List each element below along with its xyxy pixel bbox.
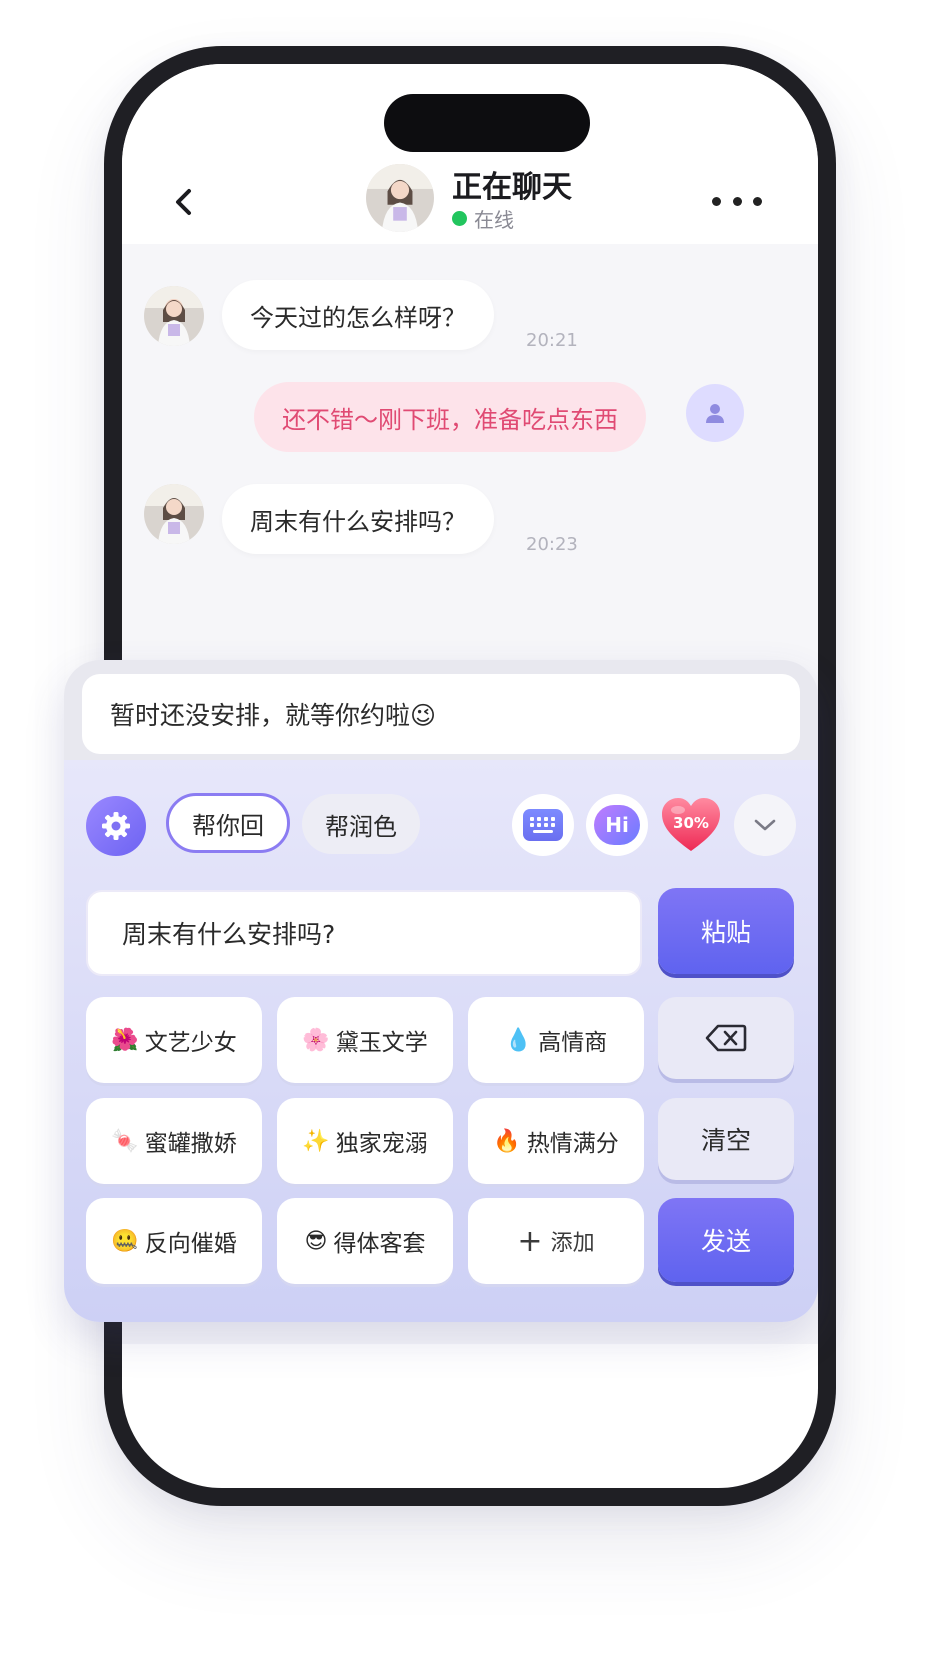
message-time: 20:21 — [526, 330, 578, 351]
keyboard-button[interactable] — [512, 794, 574, 856]
style-key[interactable]: 🤐 反向催婚 — [86, 1198, 262, 1284]
generated-reply-box[interactable]: 暂时还没安排，就等你约啦😉 — [82, 674, 800, 754]
mode-tab-reply[interactable]: 帮你回 — [166, 793, 290, 853]
backspace-button[interactable] — [658, 997, 794, 1079]
collapse-button[interactable] — [734, 794, 796, 856]
chat-title: 正在聊天 — [452, 170, 572, 205]
gear-icon — [102, 812, 130, 840]
style-key[interactable]: 🌺 文艺少女 — [86, 997, 262, 1083]
clear-button[interactable]: 清空 — [658, 1098, 794, 1180]
fire-icon: 🔥 — [493, 1128, 521, 1154]
style-key-label: 文艺少女 — [144, 1030, 237, 1056]
sparkles-icon: ✨ — [302, 1128, 330, 1154]
dot — [732, 196, 742, 206]
my-avatar[interactable] — [686, 384, 744, 442]
style-key[interactable]: 🌸 黛玉文学 — [277, 997, 453, 1083]
style-key-label: 独家宠溺 — [335, 1131, 428, 1157]
contact-avatar[interactable] — [366, 164, 434, 232]
zipper-mouth-icon: 🤐 — [111, 1228, 139, 1254]
ai-keyboard-panel: 暂时还没安排，就等你约啦😉 帮你回 帮润色 Hi 30% 周末有什么安排吗? 粘… — [64, 660, 818, 1322]
user-icon — [706, 404, 724, 423]
back-button[interactable] — [164, 182, 204, 222]
dynamic-island — [384, 94, 590, 152]
cherry-blossom-icon: 🌸 — [302, 1027, 330, 1053]
style-key-label: 热情满分 — [526, 1131, 619, 1157]
chat-header: 正在聊天 在线 — [122, 64, 818, 244]
style-key[interactable]: ✨ 独家宠溺 — [277, 1098, 453, 1184]
mode-tab-polish[interactable]: 帮润色 — [302, 794, 420, 854]
style-key[interactable]: 🍬 蜜罐撒娇 — [86, 1098, 262, 1184]
backspace-icon — [705, 1024, 747, 1052]
status-label: 在线 — [474, 208, 514, 232]
send-button[interactable]: 发送 — [658, 1198, 794, 1282]
style-key-label: 得体客套 — [333, 1231, 426, 1257]
chevron-down-icon — [754, 819, 776, 831]
online-status: 在线 — [452, 204, 514, 233]
contact-avatar[interactable] — [144, 286, 204, 346]
message-bubble-incoming[interactable]: 今天过的怎么样呀？ — [222, 280, 494, 350]
sunglasses-icon: 😎 — [304, 1228, 328, 1254]
keyboard-icon — [523, 809, 563, 841]
greeting-button[interactable]: Hi — [586, 794, 648, 856]
style-key[interactable]: 🔥 热情满分 — [468, 1098, 644, 1184]
source-message-input[interactable]: 周末有什么安排吗? — [86, 890, 642, 976]
settings-button[interactable] — [86, 796, 146, 856]
add-style-label: 添加 — [550, 1231, 595, 1256]
style-key[interactable]: 😎 得体客套 — [277, 1198, 453, 1284]
online-dot-icon — [452, 211, 467, 226]
style-key-label: 蜜罐撒娇 — [144, 1131, 237, 1157]
style-key-label: 黛玉文学 — [335, 1030, 428, 1056]
dot — [712, 196, 721, 206]
back-chevron-icon — [176, 189, 191, 215]
affection-meter[interactable]: 30% — [660, 796, 722, 854]
message-bubble-outgoing[interactable]: 还不错～刚下班，准备吃点东西 — [254, 382, 646, 452]
plus-icon: + — [517, 1223, 543, 1259]
message-time: 20:23 — [526, 534, 578, 555]
dot — [753, 196, 762, 206]
style-key[interactable]: 💧 高情商 — [468, 997, 644, 1083]
more-dots-icon[interactable] — [712, 186, 762, 216]
style-key-label: 高情商 — [538, 1030, 608, 1056]
add-style-button[interactable]: + 添加 — [468, 1198, 644, 1284]
candy-icon: 🍬 — [111, 1128, 139, 1154]
hibiscus-icon: 🌺 — [111, 1027, 139, 1053]
droplet-icon: 💧 — [504, 1027, 533, 1053]
paste-button[interactable]: 粘贴 — [658, 888, 794, 974]
contact-avatar[interactable] — [144, 484, 204, 544]
hi-bubble-icon: Hi — [594, 805, 640, 845]
style-key-label: 反向催婚 — [144, 1231, 237, 1257]
affection-percent: 30% — [673, 814, 709, 832]
message-bubble-incoming[interactable]: 周末有什么安排吗？ — [222, 484, 494, 554]
